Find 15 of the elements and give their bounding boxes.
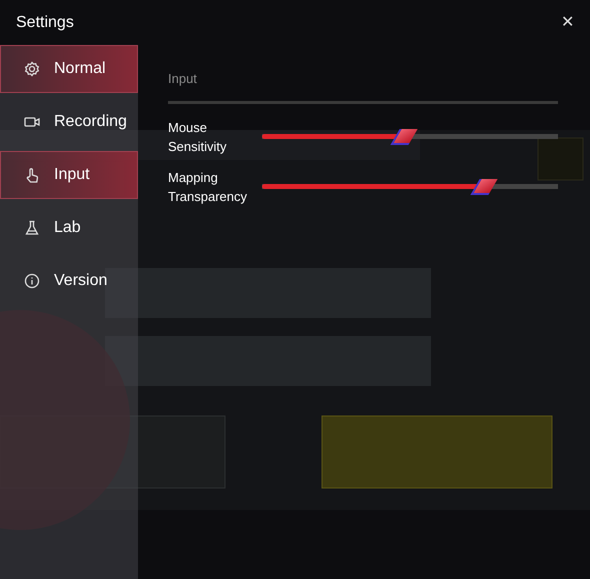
slider-label: Mapping Transparency bbox=[168, 168, 248, 206]
hand-icon bbox=[24, 167, 40, 183]
sidebar-item[interactable]: Input bbox=[0, 151, 138, 199]
sidebar-item[interactable]: Recording bbox=[0, 98, 138, 146]
close-button[interactable]: ✕ bbox=[561, 10, 574, 34]
slider-thumb[interactable] bbox=[390, 128, 418, 144]
sidebar-item[interactable]: Normal bbox=[0, 45, 138, 93]
settings-icon bbox=[24, 61, 40, 77]
flask-icon bbox=[24, 220, 40, 236]
slider-label: Mouse Sensitivity bbox=[168, 118, 228, 156]
window-title: Settings bbox=[16, 12, 74, 32]
sidebar-item[interactable]: Lab bbox=[0, 204, 138, 252]
section-title: Input bbox=[168, 69, 558, 104]
info-icon bbox=[24, 273, 40, 289]
sidebar-item[interactable]: Version bbox=[0, 257, 138, 305]
